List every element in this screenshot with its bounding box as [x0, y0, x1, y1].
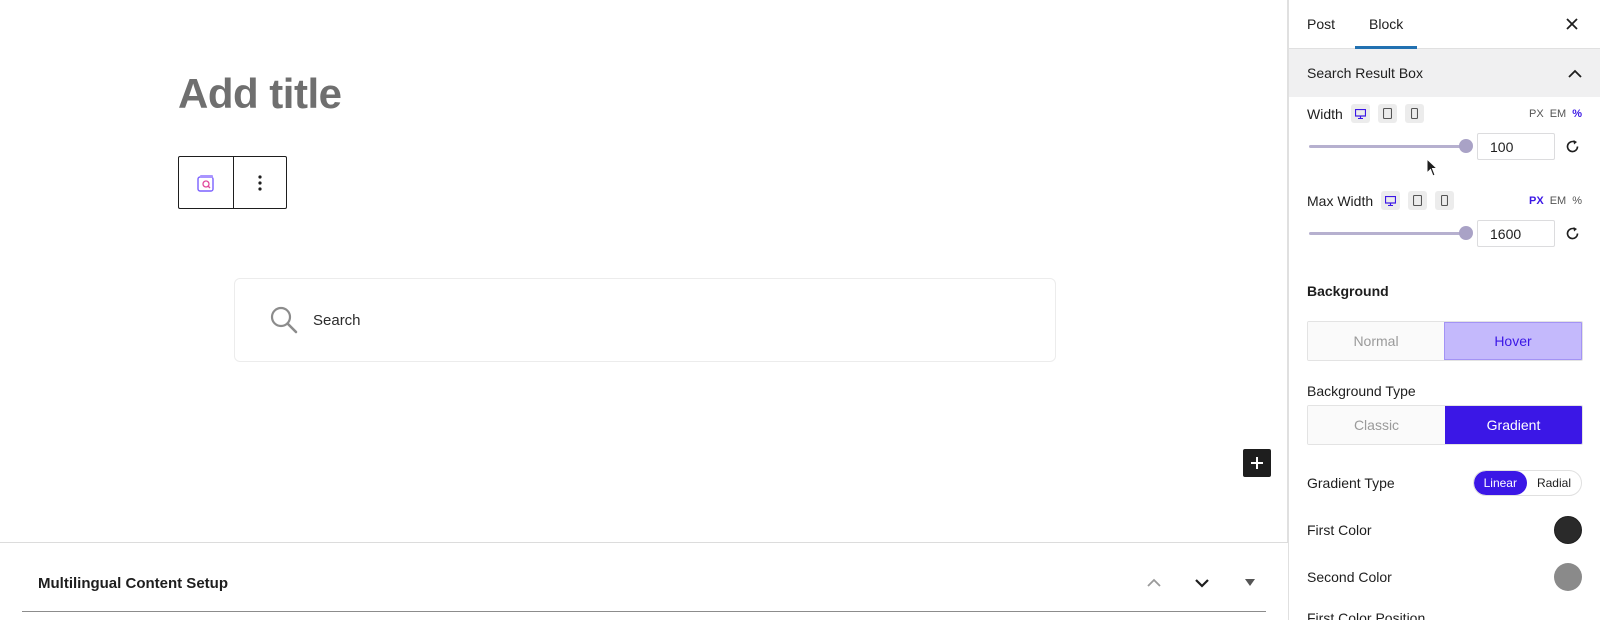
block-options-button[interactable] [232, 157, 287, 208]
first-color-control: First Color [1289, 516, 1600, 544]
move-up-button[interactable] [1142, 571, 1166, 595]
background-state-toggle: Normal Hover [1307, 321, 1583, 361]
sidebar-tabs: Post Block [1289, 0, 1600, 49]
reset-icon [1566, 140, 1578, 153]
settings-sidebar: Post Block Search Result Box Width PX EM… [1288, 0, 1600, 620]
gradient-type-label: Gradient Type [1307, 475, 1395, 491]
slider-handle[interactable] [1459, 226, 1473, 240]
state-hover-button[interactable]: Hover [1444, 322, 1582, 360]
width-control: Width PX EM % 100 [1289, 104, 1600, 160]
desktop-icon [1385, 195, 1397, 206]
unit-switcher: PX EM % [1529, 195, 1582, 207]
width-label: Width [1307, 105, 1343, 122]
mobile-icon [1441, 195, 1449, 206]
type-classic-button[interactable]: Classic [1308, 406, 1445, 444]
width-slider[interactable] [1309, 139, 1473, 153]
toggle-panel-button[interactable] [1238, 571, 1262, 595]
search-input[interactable] [313, 311, 913, 329]
tablet-device-button[interactable] [1377, 104, 1397, 123]
block-toolbar [178, 156, 287, 209]
tablet-device-button[interactable] [1408, 191, 1428, 210]
max-width-label: Max Width [1307, 192, 1374, 209]
desktop-icon [1354, 108, 1366, 119]
close-sidebar-button[interactable] [1562, 14, 1582, 34]
gradient-type-control: Gradient Type Linear Radial [1289, 470, 1600, 496]
unit-percent[interactable]: % [1572, 195, 1582, 207]
second-color-swatch[interactable] [1554, 563, 1582, 591]
first-color-position-label: First Color Position [1307, 610, 1426, 620]
chevron-up-icon [1147, 578, 1161, 587]
divider [22, 611, 1266, 612]
gradient-type-toggle: Linear Radial [1472, 470, 1582, 496]
add-block-button[interactable] [1243, 449, 1271, 477]
more-vertical-icon [258, 174, 262, 191]
metabox-controls [1142, 571, 1262, 595]
unit-px[interactable]: PX [1529, 195, 1544, 207]
block-type-button[interactable] [179, 157, 233, 208]
tablet-icon [1413, 195, 1423, 206]
reset-icon [1566, 227, 1578, 240]
unit-em[interactable]: EM [1550, 195, 1567, 207]
plus-icon [1251, 457, 1263, 469]
unit-em[interactable]: EM [1550, 108, 1567, 120]
panel-title: Search Result Box [1307, 65, 1423, 81]
reset-button[interactable] [1563, 225, 1581, 243]
type-gradient-button[interactable]: Gradient [1445, 406, 1582, 444]
metabox-title: Multilingual Content Setup [38, 575, 228, 592]
background-type-toggle: Classic Gradient [1307, 405, 1583, 445]
tab-post[interactable]: Post [1293, 0, 1349, 48]
max-width-value-input[interactable]: 1600 [1477, 220, 1555, 247]
max-width-control: Max Width PX EM % 1600 [1289, 191, 1600, 247]
desktop-device-button[interactable] [1381, 191, 1401, 210]
mobile-device-button[interactable] [1404, 104, 1424, 123]
slider-handle[interactable] [1459, 139, 1473, 153]
unit-px[interactable]: PX [1529, 108, 1544, 120]
second-color-control: Second Color [1289, 563, 1600, 591]
gradient-radial-button[interactable]: Radial [1527, 471, 1581, 495]
editor-canvas: Add title Multilingual Co [0, 0, 1288, 620]
search-icon [270, 306, 298, 334]
mouse-cursor-icon [1426, 158, 1439, 177]
post-title[interactable]: Add title [178, 70, 342, 118]
mobile-icon [1410, 108, 1418, 119]
search-box [234, 278, 1056, 362]
chevron-up-icon [1568, 69, 1582, 78]
caret-down-icon [1245, 579, 1255, 586]
panel-header-search-result-box[interactable]: Search Result Box [1289, 49, 1600, 97]
unit-percent[interactable]: % [1572, 108, 1582, 120]
gradient-linear-button[interactable]: Linear [1473, 471, 1527, 495]
reset-button[interactable] [1563, 138, 1581, 156]
unit-switcher: PX EM % [1529, 108, 1582, 120]
first-color-label: First Color [1307, 522, 1372, 538]
max-width-slider[interactable] [1309, 226, 1473, 240]
tablet-icon [1382, 108, 1392, 119]
move-down-button[interactable] [1190, 571, 1214, 595]
background-type-control: Background Type Classic Gradient [1289, 383, 1600, 445]
close-icon [1566, 18, 1578, 30]
second-color-label: Second Color [1307, 569, 1392, 585]
background-title: Background [1307, 283, 1389, 299]
width-value-input[interactable]: 100 [1477, 133, 1555, 160]
mobile-device-button[interactable] [1435, 191, 1455, 210]
desktop-device-button[interactable] [1350, 104, 1370, 123]
first-color-swatch[interactable] [1554, 516, 1582, 544]
first-color-position-control: First Color Position [1289, 610, 1600, 620]
chevron-down-icon [1195, 579, 1209, 588]
state-normal-button[interactable]: Normal [1308, 322, 1444, 360]
background-section: Background Normal Hover [1289, 283, 1600, 361]
background-type-label: Background Type [1307, 383, 1416, 399]
search-block-icon [197, 174, 214, 192]
metabox: Multilingual Content Setup [0, 542, 1288, 620]
tab-block[interactable]: Block [1355, 0, 1418, 49]
